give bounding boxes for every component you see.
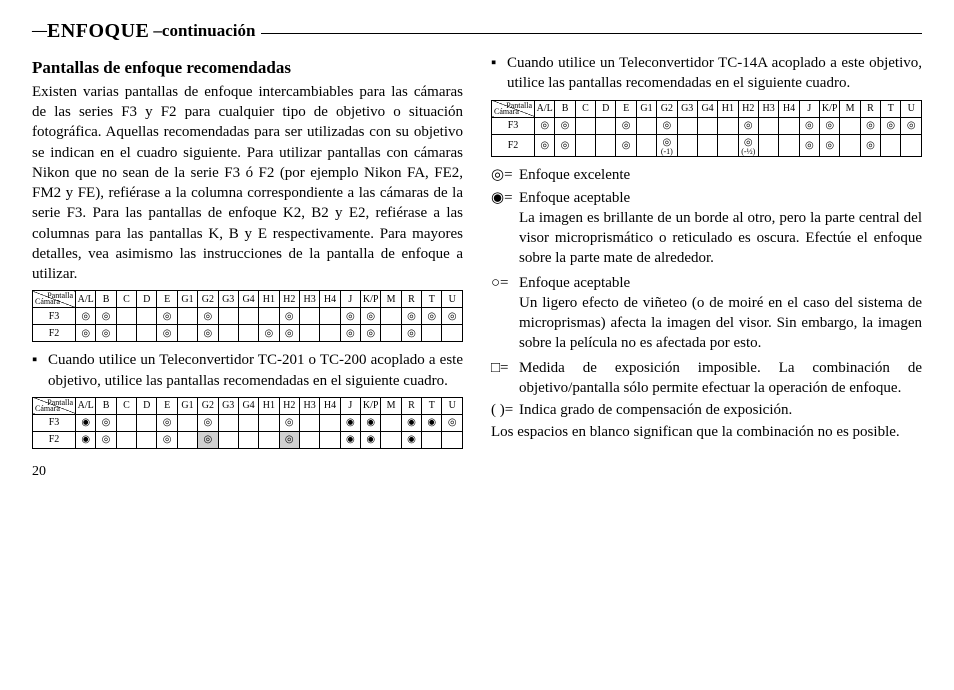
table-row: F3 ◉◎◎◎◎◉◉◉◉◎ [33, 414, 463, 431]
square-icon: □= [491, 358, 519, 399]
table-header-row: Cámara Pantalla A/LBCDEG1G2G3G4H1H2H3H4J… [33, 291, 463, 308]
square-bullet-icon: ▪ [32, 350, 48, 391]
bullet-tc14a: ▪ Cuando utilice un Teleconvertidor TC-1… [491, 53, 922, 94]
legend-compensation: ( )= Indica grado de compensación de exp… [491, 400, 922, 420]
legend-desc: La imagen es brillante de un borde al ot… [491, 208, 922, 269]
legend-excellent: ◎= Enfoque excelente [491, 165, 922, 185]
table-header-row: Cámara Pantalla A/LBCDEG1G2G3G4H1H2H3H4J… [492, 100, 922, 117]
page-number: 20 [32, 463, 463, 482]
intro-paragraph: Existen varias pantallas de enfoque inte… [32, 82, 463, 285]
table-row: F3 ◎◎◎◎◎◎◎◎◎◎ [492, 117, 922, 134]
legend-acceptable-1: ◉= Enfoque aceptable [491, 188, 922, 208]
corner-cell: Cámara Pantalla [33, 291, 76, 308]
open-circle-icon: ○= [491, 273, 519, 293]
table-row: F2 ◎◎◎◎◎◎◎◎◎ [33, 325, 463, 342]
table-row: F3 ◎◎◎◎◎◎◎◎◎◎ [33, 308, 463, 325]
bullet-tc201: ▪ Cuando utilice un Teleconvertidor TC-2… [32, 350, 463, 391]
section-header: — ENFOQUE –continuación [32, 18, 922, 45]
legend-impossible: □= Medida de exposición imposible. La co… [491, 358, 922, 399]
focus-table-1: Cámara Pantalla A/LBCDEG1G2G3G4H1H2H3H4J… [32, 290, 463, 342]
header-title: ENFOQUE [47, 18, 149, 45]
legend-desc: Un ligero efecto de viñeteo (o de moiré … [491, 293, 922, 354]
corner-cell: Cámara Pantalla [492, 100, 535, 117]
double-circle-icon: ◎= [491, 165, 519, 185]
square-bullet-icon: ▪ [491, 53, 507, 94]
corner-cell: Cámara Pantalla [33, 397, 76, 414]
table-row: F2 ◎◎◎ ◎(-1) ◎(-½) ◎◎◎ [492, 134, 922, 157]
right-column: ▪ Cuando utilice un Teleconvertidor TC-1… [491, 51, 922, 482]
table-header-row: Cámara Pantalla A/LBCDEG1G2G3G4H1H2H3H4J… [33, 397, 463, 414]
filled-circle-icon: ◉= [491, 188, 519, 208]
focus-table-3: Cámara Pantalla A/LBCDEG1G2G3G4H1H2H3H4J… [491, 100, 922, 158]
legend-acceptable-2: ○= Enfoque aceptable [491, 273, 922, 293]
legend-blank: Los espacios en blanco significan que la… [491, 422, 922, 442]
table-row: F2 ◉◎◎◎◎◉◉◉ [33, 431, 463, 448]
header-cont: –continuación [153, 20, 255, 43]
left-column: Pantallas de enfoque recomendadas Existe… [32, 51, 463, 482]
parentheses-icon: ( )= [491, 400, 519, 420]
focus-table-2: Cámara Pantalla A/LBCDEG1G2G3G4H1H2H3H4J… [32, 397, 463, 449]
subtitle: Pantallas de enfoque recomendadas [32, 57, 463, 80]
